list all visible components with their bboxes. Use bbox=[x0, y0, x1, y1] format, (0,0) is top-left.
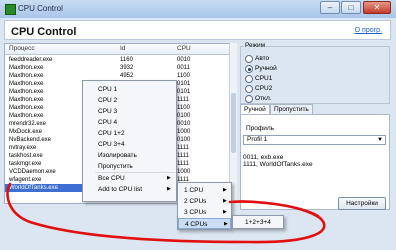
red-circle-annotation bbox=[6, 182, 326, 244]
cpu-control-window: CPU Control – □ ✕ CPU Control О прогр. П… bbox=[0, 0, 396, 250]
